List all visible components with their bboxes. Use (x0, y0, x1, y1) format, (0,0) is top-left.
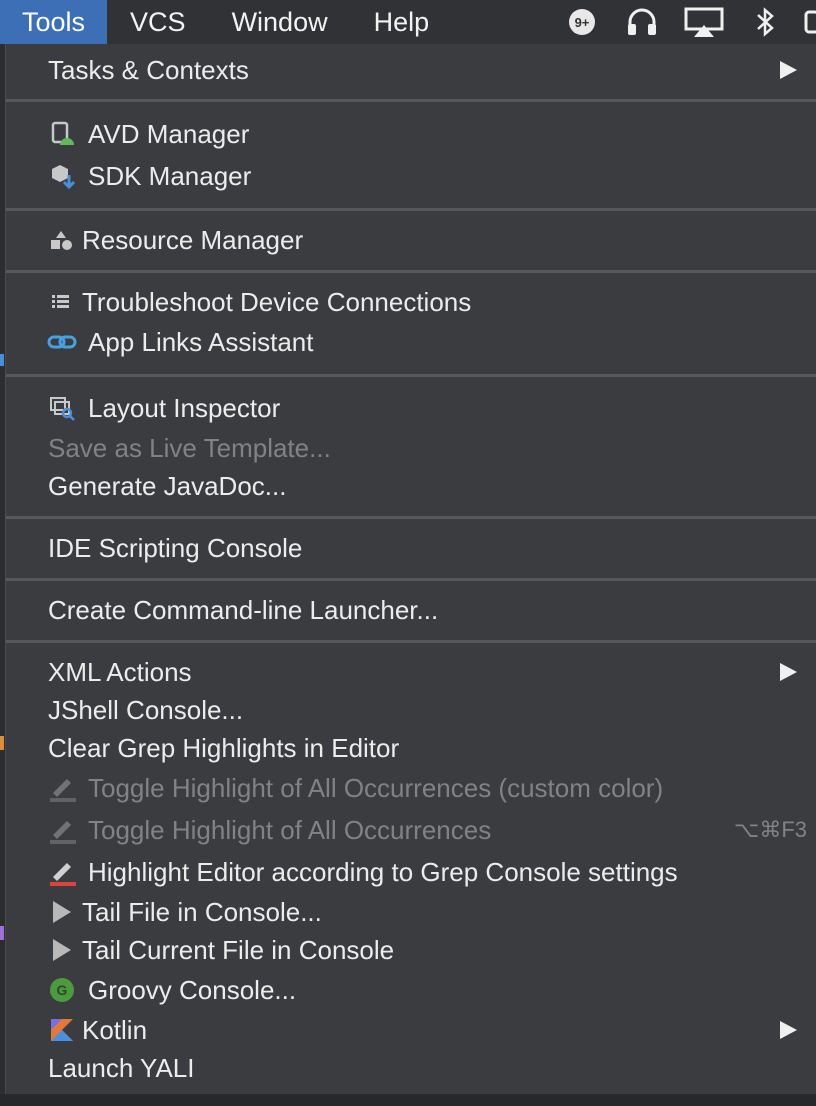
menu-item-label: JShell Console... (48, 694, 244, 725)
menu-item-label: IDE Scripting Console (48, 532, 303, 563)
menu-item-label: Kotlin (82, 1014, 148, 1045)
separator (6, 270, 816, 273)
editor-edge-mark-blue (0, 354, 4, 366)
kotlin-icon (51, 1019, 73, 1041)
battery-icon[interactable] (800, 0, 816, 44)
bluetooth-icon[interactable] (748, 0, 782, 44)
menu-item-troubleshoot[interactable]: Troubleshoot Device Connections (6, 283, 816, 321)
menu-item-xml-actions[interactable]: XML Actions (6, 653, 816, 691)
separator (6, 578, 816, 581)
menu-item-shortcut: ⌥⌘F3 (733, 817, 807, 842)
menu-item-label: App Links Assistant (88, 326, 314, 357)
highlighter-icon (50, 779, 76, 802)
link-icon (47, 335, 77, 349)
menu-item-generate-javadoc[interactable]: Generate JavaDoc... (6, 467, 816, 505)
menu-item-label: Layout Inspector (88, 392, 281, 423)
menu-item-command-line-launcher[interactable]: Create Command-line Launcher... (6, 591, 816, 629)
menu-item-label: Groovy Console... (88, 974, 297, 1005)
separator (6, 99, 816, 102)
menu-item-tail-file[interactable]: Tail File in Console... (6, 893, 816, 931)
editor-background-strip (0, 1094, 816, 1106)
menu-item-label: Toggle Highlight of All Occurrences (cus… (88, 772, 664, 803)
play-icon (53, 901, 71, 923)
menu-item-label: Tasks & Contexts (48, 54, 249, 85)
highlighter-red-icon (50, 863, 76, 886)
menu-item-label: AVD Manager (88, 118, 250, 149)
tools-dropdown-menu: Tasks & Contexts AVD Manager SDK Manager… (5, 44, 816, 1094)
menu-item-app-links[interactable]: App Links Assistant (6, 323, 816, 361)
menu-item-tasks-contexts[interactable]: Tasks & Contexts (6, 51, 816, 89)
menu-item-groovy-console[interactable]: G Groovy Console... (6, 971, 816, 1009)
menu-item-label: XML Actions (48, 656, 192, 687)
sdk-manager-icon (52, 165, 76, 190)
menu-item-tail-current[interactable]: Tail Current File in Console (6, 931, 816, 969)
menu-item-jshell[interactable]: JShell Console... (6, 691, 816, 729)
menu-item-label: SDK Manager (88, 160, 252, 191)
editor-edge (0, 60, 4, 960)
menu-item-sdk-manager[interactable]: SDK Manager (6, 157, 816, 195)
menu-item-toggle-highlight-all[interactable]: Toggle Highlight of All Occurrences ⌥⌘F3 (6, 811, 816, 849)
separator (6, 516, 816, 519)
menu-help[interactable]: Help (351, 0, 453, 44)
notification-badge: 9+ (575, 15, 590, 30)
menu-item-label: Save as Live Template... (48, 432, 331, 463)
menu-item-label: Create Command-line Launcher... (48, 594, 439, 625)
menu-item-highlight-grep[interactable]: Highlight Editor according to Grep Conso… (6, 853, 816, 891)
groovy-icon: G (50, 978, 74, 1002)
avd-manager-icon (51, 121, 74, 145)
menu-window[interactable]: Window (209, 0, 351, 44)
resource-manager-icon (51, 231, 72, 250)
menu-item-save-live-template[interactable]: Save as Live Template... (6, 429, 816, 467)
submenu-arrow-icon (780, 1021, 797, 1039)
separator (6, 208, 816, 211)
menu-item-launch-yali[interactable]: Launch YALI (6, 1049, 816, 1087)
menu-item-label: Generate JavaDoc... (48, 470, 287, 501)
submenu-arrow-icon (780, 663, 797, 681)
editor-edge-mark-purple (0, 926, 4, 940)
airplay-icon[interactable] (683, 0, 725, 44)
menu-item-label: Launch YALI (48, 1052, 195, 1083)
menu-tools[interactable]: Tools (0, 0, 108, 44)
menu-item-label: Tail File in Console... (82, 896, 322, 927)
menu-item-toggle-highlight-custom[interactable]: Toggle Highlight of All Occurrences (cus… (6, 769, 816, 807)
highlighter-icon (50, 821, 76, 844)
menu-item-ide-scripting[interactable]: IDE Scripting Console (6, 529, 816, 567)
svg-text:G: G (57, 982, 68, 998)
play-icon (53, 939, 71, 961)
headphones-icon[interactable] (624, 0, 660, 44)
menu-item-label: Tail Current File in Console (82, 934, 395, 965)
menu-item-label: Troubleshoot Device Connections (82, 286, 472, 317)
menu-item-label: Clear Grep Highlights in Editor (48, 732, 400, 763)
menu-item-avd-manager[interactable]: AVD Manager (6, 115, 816, 153)
menu-vcs[interactable]: VCS (107, 0, 209, 44)
menu-item-resource-manager[interactable]: Resource Manager (6, 221, 816, 259)
layout-inspector-icon (50, 397, 75, 421)
menu-item-label: Toggle Highlight of All Occurrences (88, 814, 492, 845)
separator (6, 374, 816, 377)
menu-item-kotlin[interactable]: Kotlin (6, 1011, 816, 1049)
editor-edge-mark-orange (0, 736, 4, 750)
list-icon (52, 295, 69, 308)
menu-item-layout-inspector[interactable]: Layout Inspector (6, 389, 816, 427)
separator (6, 640, 816, 643)
menu-item-label: Resource Manager (82, 224, 304, 255)
menu-item-clear-grep[interactable]: Clear Grep Highlights in Editor (6, 729, 816, 767)
menu-item-label: Highlight Editor according to Grep Conso… (88, 856, 678, 887)
submenu-arrow-icon (780, 61, 797, 79)
notification-icon[interactable]: 9+ (564, 0, 600, 44)
